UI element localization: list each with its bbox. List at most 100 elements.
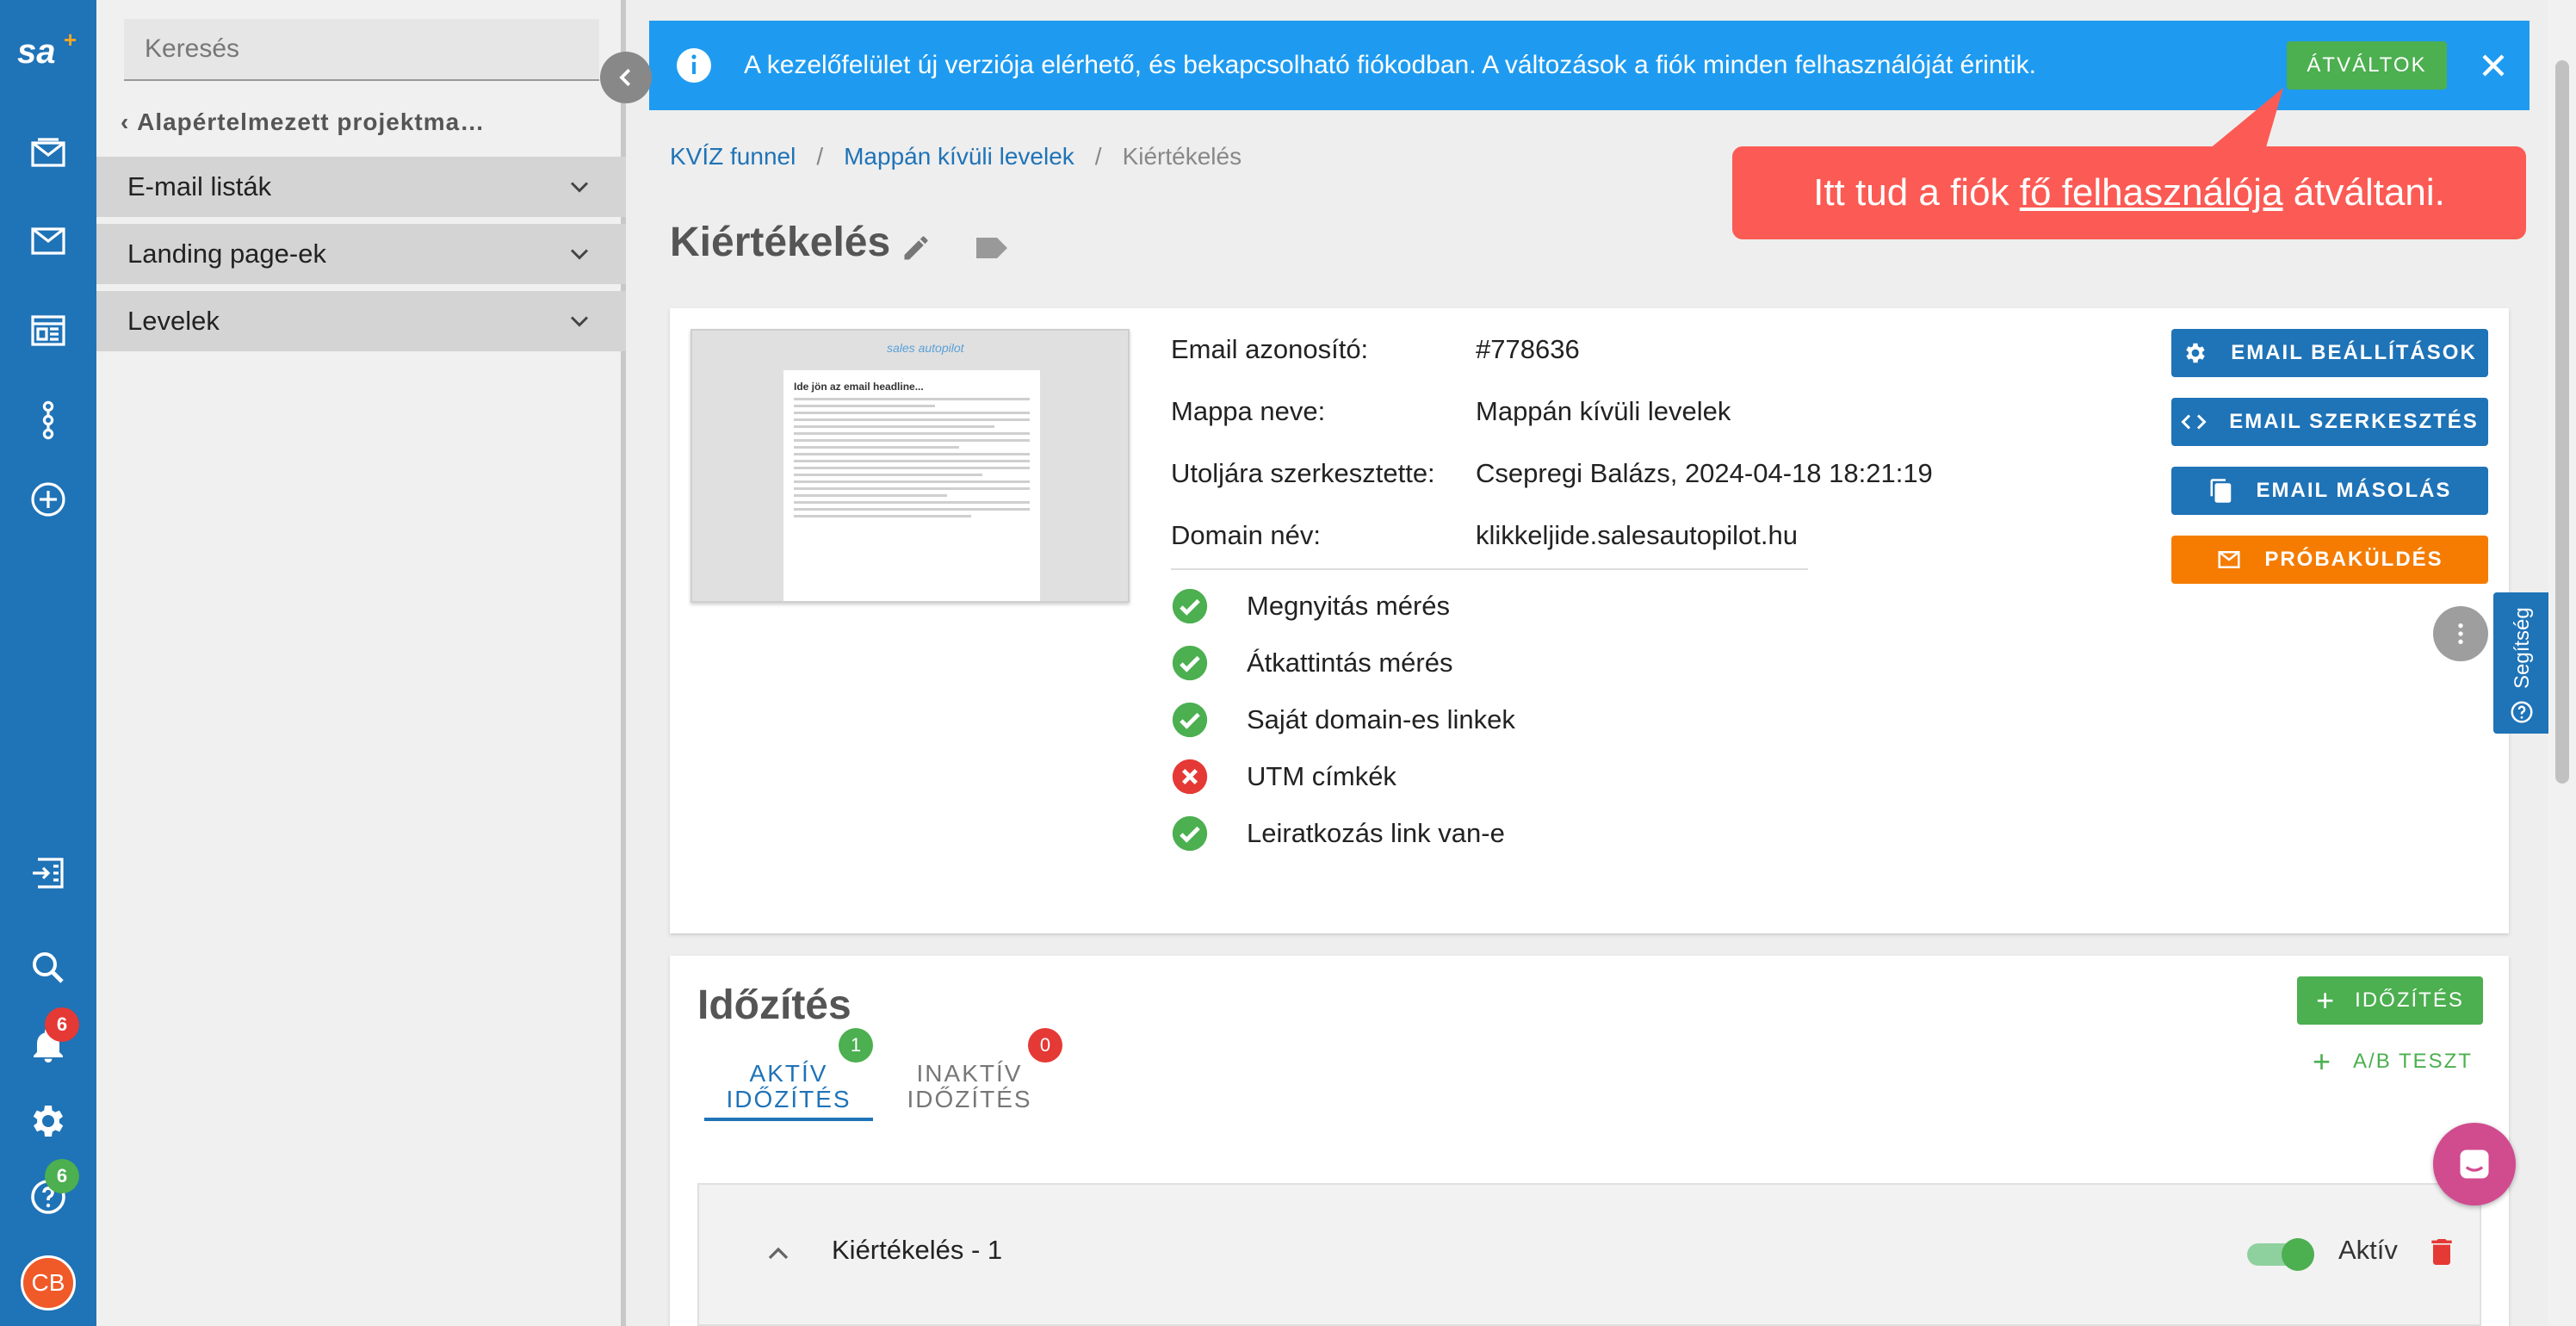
preview-headline: Ide jön az email headline... bbox=[794, 381, 924, 393]
sidebar-collapse-button[interactable] bbox=[600, 52, 652, 103]
help-side-tab[interactable]: Segítség bbox=[2493, 592, 2550, 734]
tooltip-callout: Itt tud a fiók fő felhasználója átváltan… bbox=[1732, 146, 2526, 239]
tab-active-scheduling[interactable]: AKTÍV IDŐZÍTÉS bbox=[704, 1061, 873, 1121]
help-badge: 6 bbox=[45, 1159, 79, 1193]
tab-inactive-scheduling[interactable]: INAKTÍV IDŐZÍTÉS bbox=[885, 1061, 1054, 1112]
field-value-email-id: #778636 bbox=[1476, 334, 1580, 364]
error-circle-icon bbox=[1172, 759, 1208, 795]
trash-icon[interactable] bbox=[2424, 1233, 2459, 1271]
field-label-folder: Mappa neve: bbox=[1171, 396, 1326, 426]
breadcrumb-item-folder[interactable]: Mappán kívüli levelek bbox=[844, 143, 1074, 170]
check-circle-icon bbox=[1172, 645, 1208, 681]
toggle-label: Aktív bbox=[2338, 1235, 2398, 1265]
field-value-last-edited: Csepregi Balázs, 2024-04-18 18:21:19 bbox=[1476, 458, 1933, 488]
email-copy-button[interactable]: EMAIL MÁSOLÁS bbox=[2171, 467, 2488, 515]
project-name: Alapértelmezett projektma… bbox=[137, 108, 486, 135]
add-circle-icon[interactable] bbox=[24, 475, 72, 524]
sidebar: Keresés ‹ Alapértelmezett projektma… E-m… bbox=[96, 0, 626, 1326]
chevron-up-icon[interactable] bbox=[761, 1236, 796, 1271]
field-value-domain: klikkeljide.salesautopilot.hu bbox=[1476, 520, 1798, 550]
check-open-tracking: Megnyitás mérés bbox=[1171, 587, 1450, 625]
check-click-tracking: Átkattintás mérés bbox=[1171, 644, 1452, 682]
sidebar-group-email-lists[interactable]: E-mail listák bbox=[96, 157, 626, 217]
chevron-left-icon bbox=[619, 68, 631, 87]
scheduling-title: Időzítés bbox=[697, 982, 851, 1028]
check-unsubscribe-link: Leiratkozás link van-e bbox=[1171, 815, 1505, 852]
email-preview-thumbnail[interactable]: sales autopilot Ide jön az email headlin… bbox=[690, 329, 1130, 603]
import-list-icon[interactable] bbox=[24, 849, 72, 897]
callout-link[interactable]: fő felhasználója bbox=[2020, 171, 2283, 214]
gear-icon bbox=[2186, 343, 2205, 363]
scheduling-card: Időzítés AKTÍV IDŐZÍTÉS 1 INAKTÍV IDŐZÍT… bbox=[670, 956, 2509, 1326]
ab-test-button[interactable]: + A/B TESZT bbox=[2313, 1044, 2473, 1080]
check-utm-tags: UTM címkék bbox=[1171, 758, 1396, 796]
more-vertical-icon bbox=[2458, 623, 2463, 644]
chevron-left-icon: ‹ bbox=[121, 108, 138, 135]
breadcrumb-item-funnel[interactable]: KVÍZ funnel bbox=[670, 143, 796, 170]
field-label-email-id: Email azonosító: bbox=[1171, 334, 1369, 364]
sidebar-group-label: Landing page-ek bbox=[127, 239, 326, 269]
add-scheduling-button[interactable]: + IDŐZÍTÉS bbox=[2297, 976, 2483, 1025]
chevron-down-icon bbox=[570, 249, 589, 260]
chevron-down-icon bbox=[570, 316, 589, 327]
svg-text:sa: sa bbox=[17, 33, 56, 71]
check-circle-icon bbox=[1172, 702, 1208, 738]
check-circle-icon bbox=[1172, 588, 1208, 624]
active-count-badge: 1 bbox=[839, 1028, 873, 1063]
scheduling-row[interactable]: Kiértékelés - 1 Aktív bbox=[697, 1183, 2481, 1326]
sidebar-group-label: E-mail listák bbox=[127, 171, 272, 201]
breadcrumb: KVÍZ funnel / Mappán kívüli levelek / Ki… bbox=[670, 143, 1242, 170]
sidebar-search-input[interactable]: Keresés bbox=[124, 19, 599, 81]
sidebar-group-landing-pages[interactable]: Landing page-ek bbox=[96, 224, 626, 284]
callout-text-suffix: átváltani. bbox=[2282, 171, 2445, 214]
info-icon bbox=[677, 48, 711, 83]
preview-paper: Ide jön az email headline... bbox=[783, 370, 1040, 601]
check-circle-icon bbox=[1172, 815, 1208, 852]
chat-icon bbox=[2460, 1149, 2489, 1179]
field-label-domain: Domain név: bbox=[1171, 520, 1322, 550]
svg-text:+: + bbox=[64, 28, 77, 53]
help-tab-label: Segítség bbox=[2511, 607, 2534, 689]
email-edit-button[interactable]: EMAIL SZERKESZTÉS bbox=[2171, 398, 2488, 446]
field-label-last-edited: Utoljára szerkesztette: bbox=[1171, 458, 1435, 488]
help-circle-icon bbox=[2511, 701, 2533, 723]
email-settings-button[interactable]: EMAIL BEÁLLÍTÁSOK bbox=[2171, 329, 2488, 377]
tag-icon[interactable] bbox=[973, 232, 1011, 263]
workflow-icon[interactable] bbox=[24, 396, 72, 444]
left-rail: sa + 6 6 CB bbox=[0, 0, 96, 1326]
check-own-domain-links: Saját domain-es linkek bbox=[1171, 701, 1515, 739]
test-send-button[interactable]: PRÓBAKÜLDÉS bbox=[2171, 536, 2488, 584]
plus-icon: + bbox=[2316, 982, 2337, 1018]
salesautopilot-logo[interactable]: sa + bbox=[15, 26, 84, 74]
chevron-down-icon bbox=[570, 182, 589, 193]
sidebar-group-label: Levelek bbox=[127, 306, 220, 336]
scrollbar-thumb[interactable] bbox=[2555, 60, 2569, 784]
switch-version-button[interactable]: ÁTVÁLTOK bbox=[2287, 41, 2447, 90]
campaign-mail-icon[interactable] bbox=[24, 129, 72, 177]
inactive-count-badge: 0 bbox=[1028, 1028, 1062, 1063]
search-icon[interactable] bbox=[24, 944, 72, 992]
close-icon[interactable] bbox=[2474, 46, 2512, 84]
landing-page-icon[interactable] bbox=[24, 307, 72, 355]
pencil-icon[interactable] bbox=[901, 232, 932, 263]
copy-icon bbox=[2210, 479, 2231, 503]
code-icon bbox=[2181, 414, 2207, 430]
page-title: Kiértékelés bbox=[670, 220, 891, 265]
callout-text-prefix: Itt tud a fiók bbox=[1813, 171, 2020, 214]
breadcrumb-item-current: Kiértékelés bbox=[1122, 143, 1242, 170]
email-details-card: sales autopilot Ide jön az email headlin… bbox=[670, 308, 2509, 933]
chat-launcher-button[interactable] bbox=[2433, 1123, 2516, 1205]
user-avatar[interactable]: CB bbox=[21, 1255, 76, 1311]
gear-icon[interactable] bbox=[24, 1097, 72, 1145]
mail-send-icon bbox=[2218, 551, 2240, 568]
active-toggle[interactable] bbox=[2247, 1238, 2316, 1271]
sidebar-group-emails[interactable]: Levelek bbox=[96, 291, 626, 351]
banner-message: A kezelőfelület új verziója elérhető, és… bbox=[744, 51, 2036, 79]
divider bbox=[1171, 568, 1808, 570]
mail-icon[interactable] bbox=[24, 217, 72, 265]
more-options-button[interactable] bbox=[2433, 606, 2488, 661]
breadcrumb-separator: / bbox=[816, 143, 824, 170]
preview-logo: sales autopilot bbox=[887, 341, 964, 355]
notifications-badge: 6 bbox=[45, 1007, 79, 1042]
project-back-link[interactable]: ‹ Alapértelmezett projektma… bbox=[121, 108, 485, 136]
